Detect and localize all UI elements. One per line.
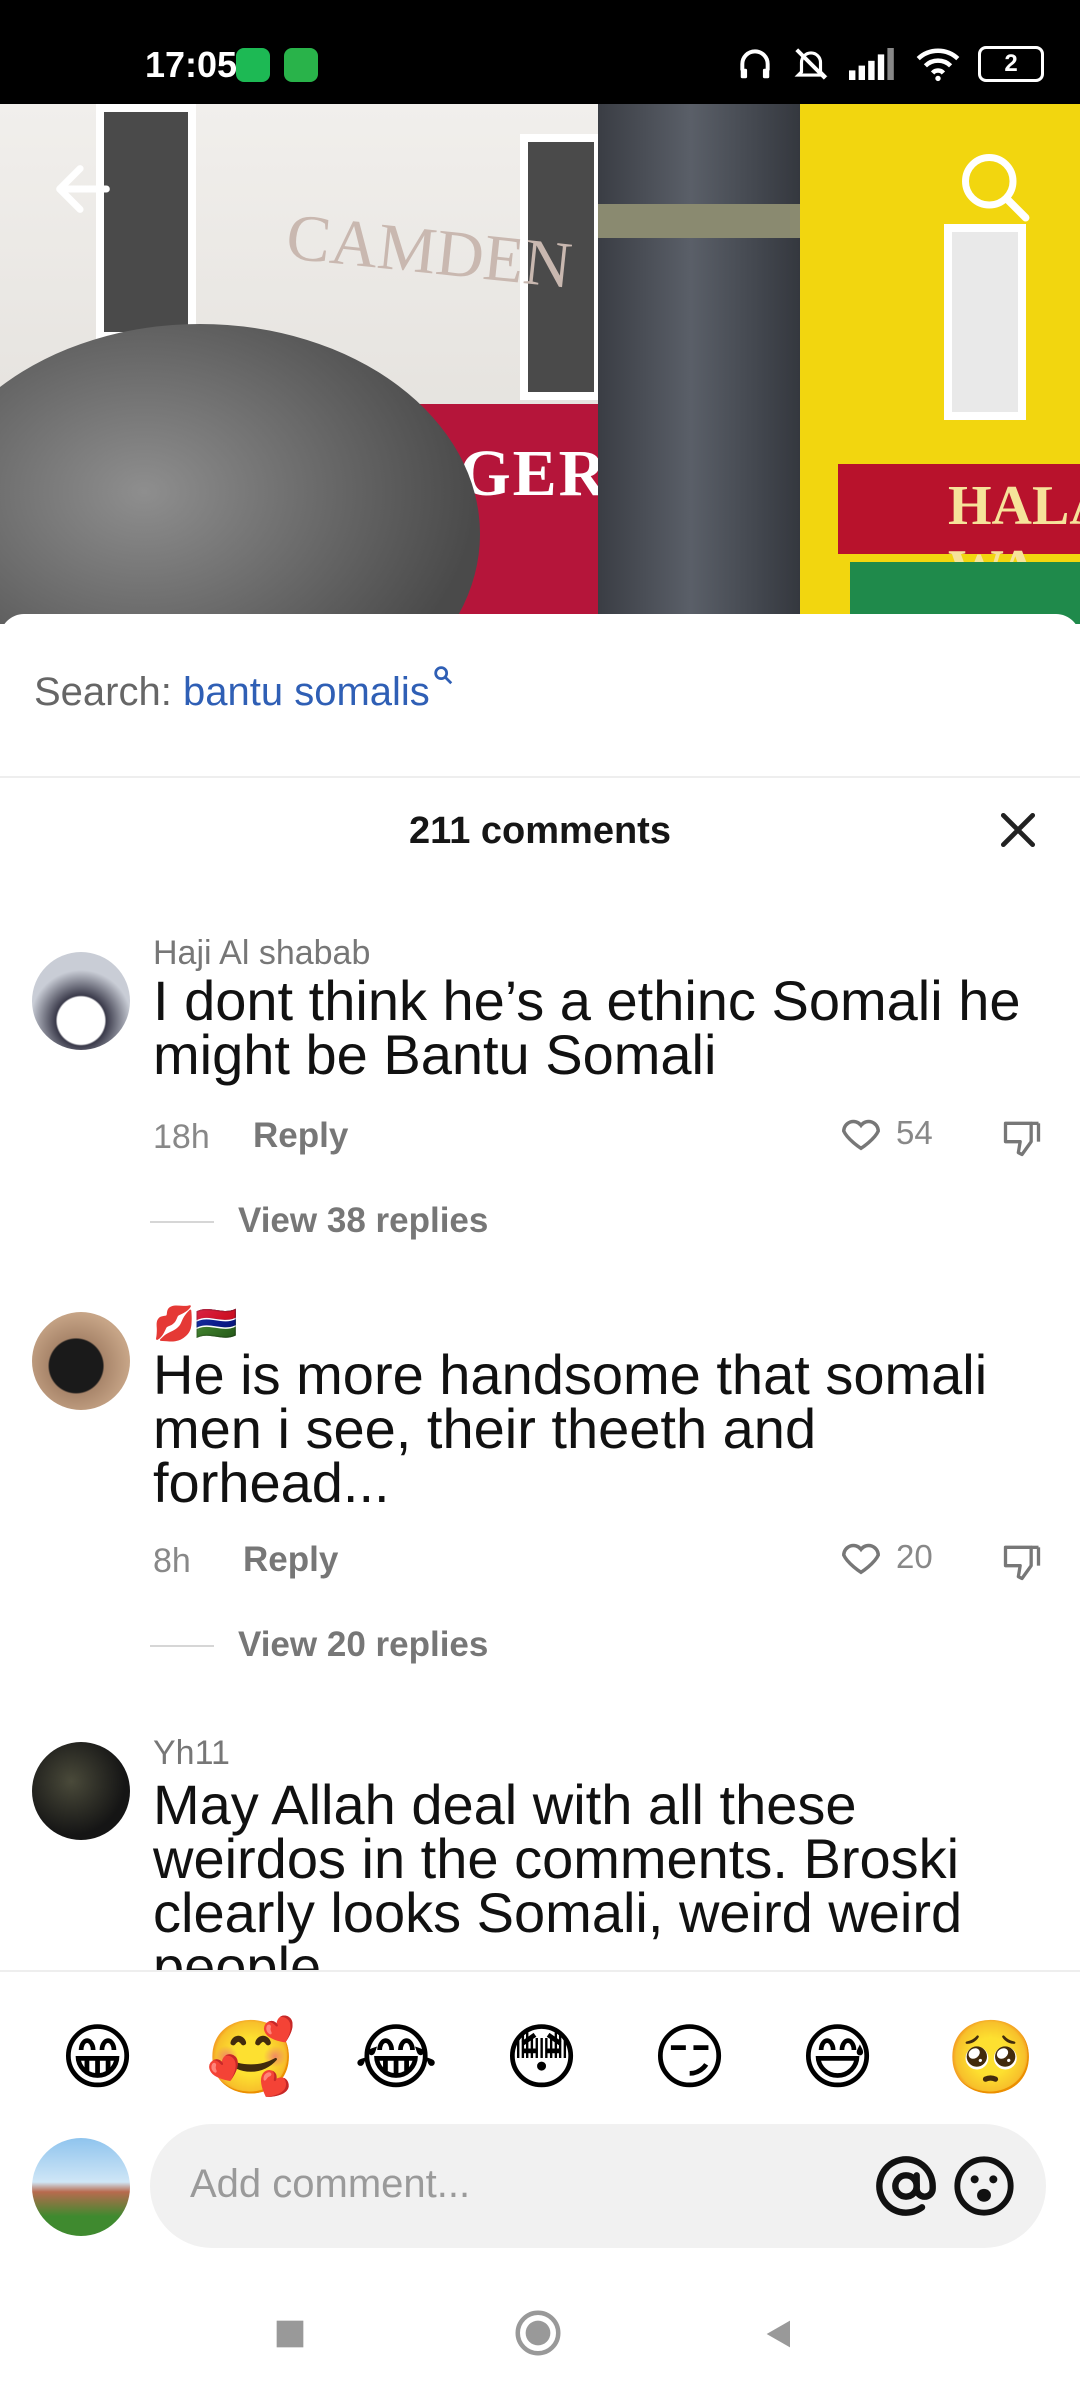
emoji-picker-icon[interactable] <box>952 2154 1016 2218</box>
user-avatar[interactable] <box>32 2138 130 2236</box>
like-button[interactable]: 54 <box>838 1110 933 1156</box>
like-count: 20 <box>896 1538 933 1575</box>
emoji-button[interactable]: 😅 <box>800 2012 875 2102</box>
video-background: CAMDEN ANGER ★ HALA WA <box>0 104 1080 624</box>
emoji-button[interactable]: 😁 <box>60 2012 135 2102</box>
comment-item: Yh11 May Allah deal with all these weird… <box>0 1734 1080 1970</box>
like-button[interactable]: 20 <box>838 1534 933 1580</box>
home-icon[interactable] <box>511 2306 565 2360</box>
back-nav-icon[interactable] <box>760 2314 800 2354</box>
dislike-icon[interactable] <box>1000 1540 1044 1584</box>
status-time: 17:05 <box>145 44 238 85</box>
wifi-icon <box>916 48 960 82</box>
search-icon[interactable] <box>956 148 1032 224</box>
emoji-button[interactable]: 🥰 <box>206 2012 296 2102</box>
back-arrow-icon[interactable] <box>48 154 118 224</box>
recent-apps-icon[interactable] <box>270 2314 310 2354</box>
street-pole <box>598 104 830 624</box>
comment-author[interactable]: 💋🇬🇲 <box>153 1304 238 1344</box>
emoji-quick-bar: 😁 🥰 😂 😳 😏 😅 🥺 <box>0 2012 1080 2102</box>
reply-button[interactable]: Reply <box>243 1540 338 1580</box>
search-suggestion[interactable]: Search: bantu somalis <box>34 666 454 715</box>
divider <box>0 776 1080 778</box>
pole-band <box>598 204 830 238</box>
view-replies-button[interactable]: View 38 replies <box>238 1201 488 1241</box>
avatar[interactable] <box>32 952 130 1050</box>
replies-divider <box>150 1221 214 1223</box>
heart-icon <box>842 1119 880 1151</box>
shield-app-icon <box>236 48 270 82</box>
comment-author[interactable]: Haji Al shabab <box>153 934 370 973</box>
robot-app-icon <box>284 48 318 82</box>
close-icon[interactable] <box>996 808 1040 852</box>
system-navigation-bar <box>0 2290 1080 2400</box>
avatar[interactable] <box>32 1742 130 1840</box>
emoji-button[interactable]: 🥺 <box>946 2012 1036 2102</box>
small-search-icon <box>434 666 453 685</box>
comment-text: May Allah deal with all these weirdos in… <box>153 1773 963 1971</box>
status-bar: 17:05 2 <box>0 0 1080 104</box>
emoji-button[interactable]: 😳 <box>504 2012 579 2102</box>
search-prefix: Search: <box>34 670 172 714</box>
view-replies-button[interactable]: View 20 replies <box>238 1625 488 1665</box>
emoji-button[interactable]: 😂 <box>354 2012 438 2102</box>
mute-bell-icon <box>794 48 828 80</box>
hala-sign: HALA WA <box>838 464 1080 601</box>
headphones-icon <box>740 49 770 79</box>
like-count: 54 <box>896 1114 933 1151</box>
comments-count-title: 211 comments <box>409 810 671 852</box>
avatar[interactable] <box>32 1312 130 1410</box>
comment-input[interactable]: Add comment... <box>150 2124 1046 2248</box>
building-window <box>944 224 1026 420</box>
status-icons: 2 <box>736 44 1044 84</box>
search-query-link[interactable]: bantu somalis <box>183 670 430 714</box>
emoji-button[interactable]: 😏 <box>652 2012 727 2102</box>
comment-text: He is more handsome that somali men i se… <box>153 1343 988 1514</box>
comment-time: 8h <box>153 1542 191 1580</box>
signal-icon <box>849 48 894 80</box>
comment-placeholder: Add comment... <box>190 2162 471 2206</box>
battery-icon: 2 <box>978 46 1044 82</box>
comment-text: I dont think he’s a ethinc Somali he mig… <box>153 969 1021 1086</box>
heart-icon <box>842 1543 880 1575</box>
reply-button[interactable]: Reply <box>253 1116 348 1156</box>
comment-time: 18h <box>153 1118 210 1156</box>
dislike-icon[interactable] <box>1000 1116 1044 1160</box>
mention-icon[interactable] <box>874 2154 938 2218</box>
replies-divider <box>150 1645 214 1647</box>
comment-author[interactable]: Yh11 <box>153 1734 230 1773</box>
battery-level: 2 <box>1004 50 1018 77</box>
